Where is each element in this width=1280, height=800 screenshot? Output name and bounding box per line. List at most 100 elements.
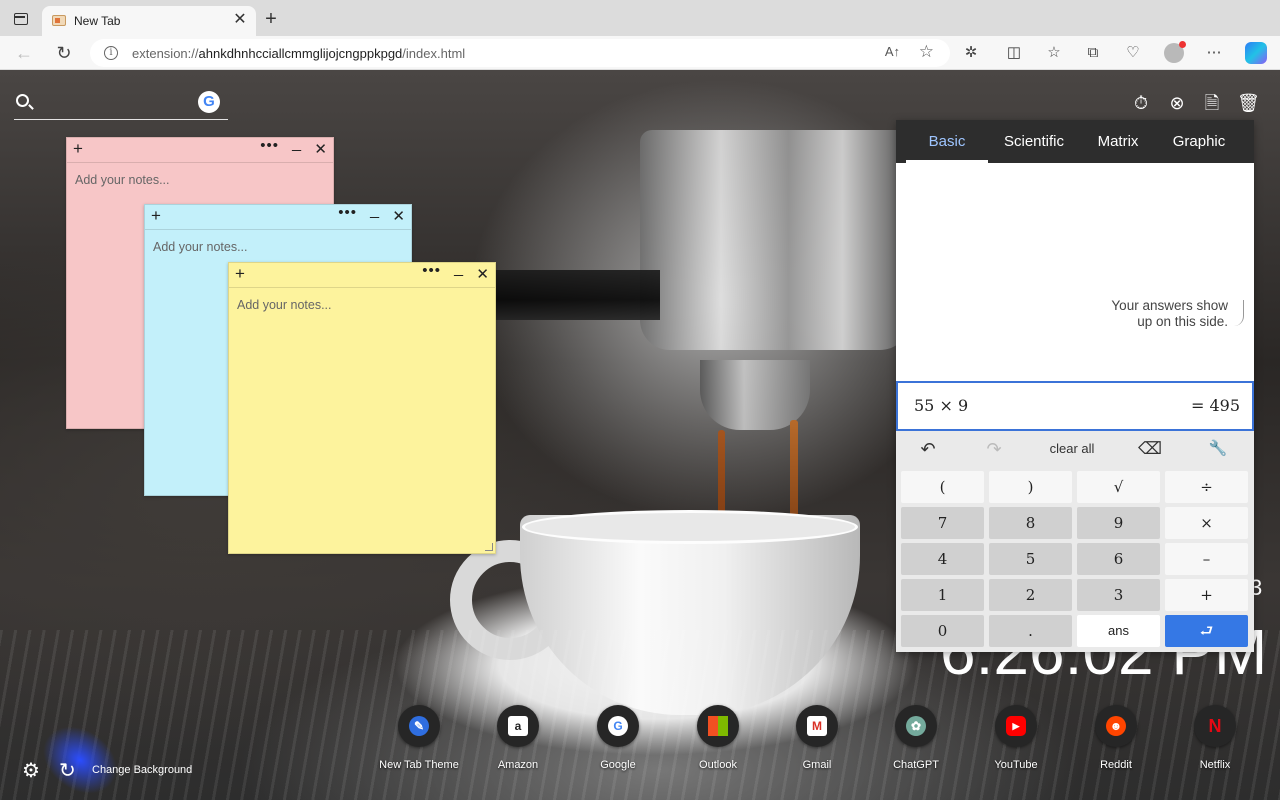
shortcut-icon[interactable]: a [497,705,539,747]
copilot-icon[interactable] [1245,42,1267,64]
collections-icon[interactable]: ⧉ [1082,42,1104,64]
key-5[interactable]: 5 [989,543,1072,575]
wrench-icon[interactable]: 🔧 [1204,437,1232,461]
shortcut-icon[interactable]: ✎ [398,705,440,747]
more-menu-icon[interactable]: ⋯ [1203,42,1225,64]
tab-scientific[interactable]: Scientific [992,120,1076,163]
key-divide[interactable]: ÷ [1165,471,1248,503]
shortcut-icon[interactable]: ✿ [895,705,937,747]
favorites-icon[interactable]: ☆ [1043,42,1065,64]
shortcut-netflix[interactable]: N Netflix [1165,705,1265,771]
answer-hint-line-2: up on this side. [1137,314,1228,329]
key-sqrt[interactable]: √ [1077,471,1160,503]
clear-all-button[interactable]: clear all [1036,437,1108,461]
backspace-icon[interactable]: ⌫ [1136,437,1164,461]
key-9[interactable]: 9 [1077,507,1160,539]
shortcut-icon[interactable]: ⊞ [697,705,739,747]
expression-input[interactable]: 55 × 9 = 495 [896,381,1254,431]
note-more-icon[interactable]: ••• [260,137,279,154]
note-add-button[interactable]: + [73,139,83,159]
tab-basic[interactable]: Basic [906,120,988,163]
note-close-icon[interactable]: ✕ [476,265,489,283]
refresh-icon[interactable]: ↻ [59,758,76,783]
note-minimize-icon[interactable]: _ [454,260,463,278]
shortcut-icon[interactable]: G [597,705,639,747]
note-minimize-icon[interactable]: _ [292,135,301,153]
key-multiply[interactable]: × [1165,507,1248,539]
search-bar: G [14,90,228,120]
key-0[interactable]: 0 [901,615,984,647]
shortcut-icon[interactable]: ▶ [995,705,1037,747]
key-ans[interactable]: ans [1077,615,1160,647]
key-2[interactable]: 2 [989,579,1072,611]
note-toolbar[interactable]: + ••• _ ✕ [229,260,495,288]
note-toolbar[interactable]: + ••• _ ✕ [67,135,333,163]
search-icon[interactable] [16,94,29,107]
tab-matrix[interactable]: Matrix [1082,120,1154,163]
close-all-icon[interactable]: ⊗ [1167,92,1187,114]
site-info-icon[interactable]: i [104,46,118,60]
key-enter[interactable]: ⮐ [1165,615,1248,647]
split-screen-icon[interactable]: ◫ [1003,42,1025,64]
note-close-icon[interactable]: ✕ [392,207,405,225]
chatgpt-icon: ✿ [906,716,926,736]
note-text-area[interactable]: Add your notes... [67,163,333,197]
trash-icon[interactable]: 🗑 [1237,92,1260,114]
note-more-icon[interactable]: ••• [422,262,441,279]
redo-icon[interactable]: ↷ [980,437,1008,461]
read-aloud-icon[interactable]: A↑ [885,44,900,59]
profile-avatar[interactable] [1164,41,1186,63]
key-close-paren[interactable]: ) [989,471,1072,503]
back-arrow-icon[interactable]: ← [12,41,36,65]
sticky-note-yellow[interactable]: + ••• _ ✕ Add your notes... [228,260,496,554]
undo-icon[interactable]: ↶ [914,437,942,461]
tab-graphic[interactable]: Graphic [1162,120,1236,163]
key-8[interactable]: 8 [989,507,1072,539]
favorite-star-icon[interactable]: ☆ [919,42,934,62]
google-engine-icon[interactable]: G [198,91,220,113]
gear-icon[interactable]: ⚙ [22,758,40,783]
shortcut-new-tab-theme[interactable]: ✎ New Tab Theme [369,705,469,771]
shortcut-reddit[interactable]: ☻ Reddit [1066,705,1166,771]
shortcut-youtube[interactable]: ▶ YouTube [966,705,1066,771]
address-url[interactable]: extension://ahnkdhnhcciallcmmglijojcngpp… [132,46,465,61]
note-more-icon[interactable]: ••• [338,204,357,221]
address-bar[interactable]: i extension://ahnkdhnhcciallcmmglijojcng… [90,39,950,67]
key-4[interactable]: 4 [901,543,984,575]
note-close-icon[interactable]: ✕ [314,140,327,158]
shortcut-amazon[interactable]: a Amazon [468,705,568,771]
note-text-area[interactable]: Add your notes... [229,288,495,322]
key-3[interactable]: 3 [1077,579,1160,611]
key-dot[interactable]: . [989,615,1072,647]
shortcut-gmail[interactable]: M Gmail [767,705,867,771]
key-plus[interactable]: + [1165,579,1248,611]
search-input[interactable] [40,92,200,114]
add-note-icon[interactable]: 🗎 [1202,92,1222,114]
extensions-puzzle-icon[interactable]: ✲ [960,42,982,64]
key-7[interactable]: 7 [901,507,984,539]
shortcut-outlook[interactable]: ⊞ Outlook [668,705,768,771]
shortcut-icon[interactable]: ☻ [1095,705,1137,747]
tab-close-icon[interactable]: ✕ [230,10,250,30]
shortcut-google[interactable]: G Google [568,705,668,771]
note-add-button[interactable]: + [151,206,161,226]
key-6[interactable]: 6 [1077,543,1160,575]
new-tab-button[interactable]: + [260,8,282,30]
shortcut-icon[interactable]: M [796,705,838,747]
note-toolbar[interactable]: + ••• _ ✕ [145,202,411,230]
key-open-paren[interactable]: ( [901,471,984,503]
reload-icon[interactable]: ↻ [52,41,76,65]
key-1[interactable]: 1 [901,579,984,611]
browser-essentials-icon[interactable]: ♡ [1122,42,1144,64]
key-minus[interactable]: – [1165,543,1248,575]
timer-icon[interactable]: ⏱ [1131,92,1151,114]
shortcut-icon[interactable]: N [1194,705,1236,747]
note-resize-handle[interactable] [485,543,493,551]
tab-new-tab[interactable]: New Tab ✕ [42,6,256,36]
note-minimize-icon[interactable]: _ [370,202,379,220]
change-background-link[interactable]: Change Background [92,764,192,776]
note-add-button[interactable]: + [235,264,245,284]
shortcut-chatgpt[interactable]: ✿ ChatGPT [866,705,966,771]
note-text-area[interactable]: Add your notes... [145,230,411,264]
sidebar-toggle-icon[interactable] [14,13,28,25]
